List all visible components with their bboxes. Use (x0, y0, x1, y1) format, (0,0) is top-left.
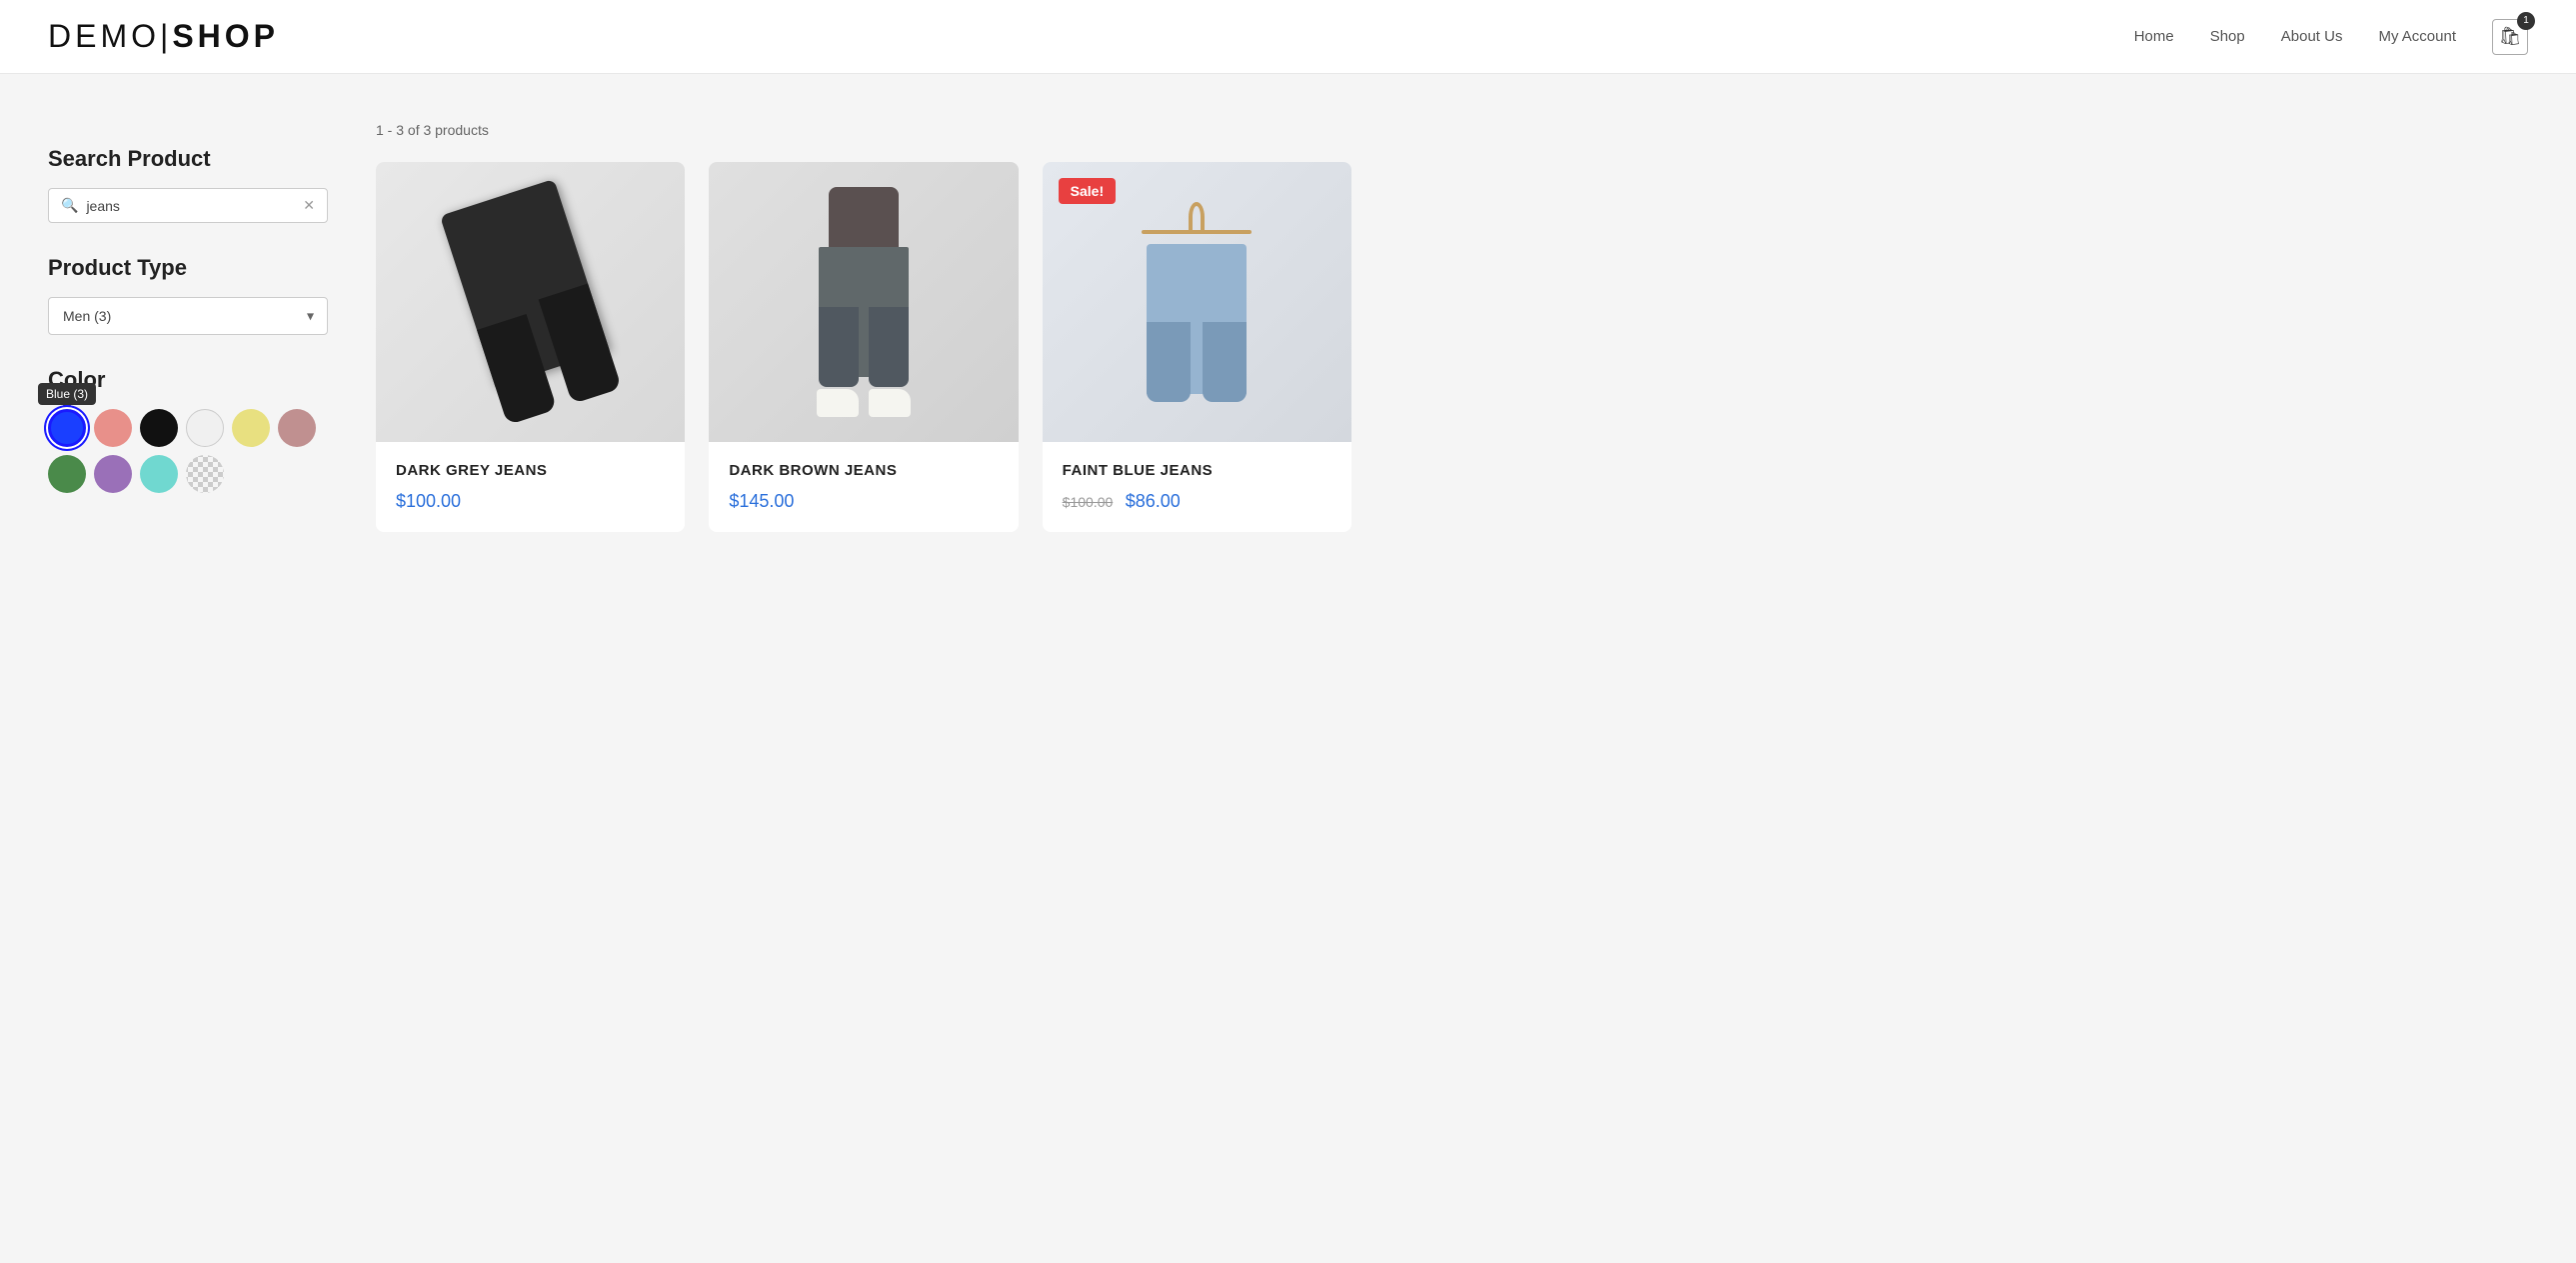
search-input[interactable] (86, 198, 295, 214)
search-title: Search Product (48, 146, 328, 172)
product-price-sale: $86.00 (1126, 491, 1181, 511)
nav-account[interactable]: My Account (2378, 28, 2456, 45)
main-content: Search Product 🔍 ✕ Product Type Men (3) … (0, 74, 1399, 580)
product-info-dark-brown-jeans: DARK BROWN JEANS $145.00 (709, 442, 1018, 532)
color-swatch-purple[interactable] (94, 455, 132, 493)
color-swatches: Blue (3) (48, 409, 328, 493)
color-blue-wrapper: Blue (3) (48, 409, 86, 447)
product-image-faint-blue-jeans: Sale! (1043, 162, 1351, 442)
product-price-original: $100.00 (1063, 494, 1114, 510)
clear-search-button[interactable]: ✕ (303, 197, 315, 214)
search-section: Search Product 🔍 ✕ (48, 146, 328, 223)
color-swatch-teal[interactable] (140, 455, 178, 493)
jeans-art-dark-grey (376, 162, 685, 442)
sale-badge: Sale! (1059, 178, 1116, 204)
product-card-faint-blue-jeans[interactable]: Sale! (1043, 162, 1351, 532)
color-swatch-green[interactable] (48, 455, 86, 493)
cart-button[interactable]: 🛍 1 (2492, 19, 2528, 55)
nav-shop[interactable]: Shop (2210, 28, 2245, 45)
header: DEMO|SHOP Home Shop About Us My Account … (0, 0, 2576, 74)
cart-badge: 1 (2517, 12, 2535, 30)
nav-home[interactable]: Home (2134, 28, 2174, 45)
products-grid: DARK GREY JEANS $100.00 (376, 162, 1351, 532)
product-count: 1 - 3 of 3 products (376, 122, 1351, 138)
search-box: 🔍 ✕ (48, 188, 328, 223)
product-name-dark-brown-jeans: DARK BROWN JEANS (729, 462, 998, 479)
main-nav: Home Shop About Us My Account 🛍 1 (2134, 19, 2528, 55)
jeans-art-faint-blue (1043, 162, 1351, 442)
product-name-faint-blue-jeans: FAINT BLUE JEANS (1063, 462, 1331, 479)
product-info-faint-blue-jeans: FAINT BLUE JEANS $100.00 $86.00 (1043, 442, 1351, 532)
color-title: Color (48, 367, 328, 393)
color-swatch-blue[interactable] (48, 409, 86, 447)
product-type-section: Product Type Men (3) Women Kids (48, 255, 328, 335)
logo[interactable]: DEMO|SHOP (48, 18, 279, 55)
products-area: 1 - 3 of 3 products DARK GREY JEANS (376, 122, 1351, 532)
jeans-art-dark-brown (709, 162, 1018, 442)
product-card-dark-grey-jeans[interactable]: DARK GREY JEANS $100.00 (376, 162, 685, 532)
product-name-dark-grey-jeans: DARK GREY JEANS (396, 462, 665, 479)
product-image-dark-grey-jeans (376, 162, 685, 442)
logo-bold: SHOP (172, 18, 279, 54)
color-swatch-black[interactable] (140, 409, 178, 447)
product-card-dark-brown-jeans[interactable]: DARK BROWN JEANS $145.00 (709, 162, 1018, 532)
logo-light: DEMO| (48, 18, 172, 54)
product-type-select[interactable]: Men (3) Women Kids (48, 297, 328, 335)
product-price-dark-brown-jeans: $145.00 (729, 491, 998, 512)
color-swatch-mauve[interactable] (278, 409, 316, 447)
color-section: Color Blue (3) (48, 367, 328, 493)
color-swatch-yellow[interactable] (232, 409, 270, 447)
product-image-dark-brown-jeans (709, 162, 1018, 442)
product-type-select-wrapper: Men (3) Women Kids (48, 297, 328, 335)
color-swatch-checkered[interactable] (186, 455, 224, 493)
sidebar: Search Product 🔍 ✕ Product Type Men (3) … (48, 122, 328, 532)
product-info-dark-grey-jeans: DARK GREY JEANS $100.00 (376, 442, 685, 532)
product-type-title: Product Type (48, 255, 328, 281)
nav-about[interactable]: About Us (2281, 28, 2343, 45)
cart-bag-icon: 🛍 (2499, 26, 2522, 47)
color-swatch-white[interactable] (186, 409, 224, 447)
product-price-faint-blue-jeans: $100.00 $86.00 (1063, 491, 1331, 512)
search-icon: 🔍 (61, 197, 78, 214)
product-price-dark-grey-jeans: $100.00 (396, 491, 665, 512)
color-swatch-pink[interactable] (94, 409, 132, 447)
